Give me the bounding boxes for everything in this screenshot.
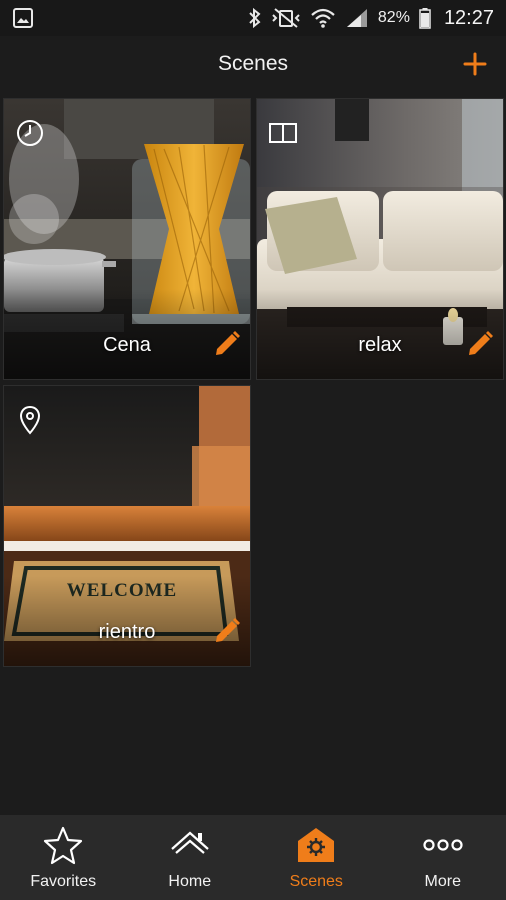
- battery-percent: 82%: [377, 9, 410, 26]
- more-dots-icon: [423, 839, 463, 851]
- house-icon: [171, 831, 209, 854]
- plus-icon[interactable]: [462, 51, 488, 77]
- wifi-icon: [311, 8, 335, 28]
- nav-label: Scenes: [289, 873, 343, 890]
- scenes-icon: [298, 828, 335, 862]
- gallery-notification-icon: [13, 8, 33, 28]
- scene-tile-cena[interactable]: Cena: [3, 98, 251, 380]
- nav-item-more[interactable]: More: [380, 815, 506, 900]
- nav-item-favorites[interactable]: Favorites: [0, 815, 127, 900]
- status-bar: 82% 12:27: [0, 0, 506, 36]
- nav-item-scenes[interactable]: Scenes: [253, 815, 380, 900]
- battery-icon: [419, 8, 431, 29]
- nav-item-home[interactable]: Home: [127, 815, 254, 900]
- app-header: Scenes: [0, 36, 506, 94]
- vibrate-icon: [272, 8, 300, 28]
- nav-label: Favorites: [30, 873, 97, 890]
- scene-tile-relax[interactable]: relax: [256, 98, 504, 380]
- manual-scene-icon: [269, 123, 297, 143]
- clock-icon: [17, 120, 43, 146]
- pencil-icon[interactable]: [212, 616, 242, 646]
- page-title: Scenes: [217, 52, 289, 75]
- signal-icon: [346, 9, 367, 27]
- bottom-navigation: Favorites Home Scenes More: [0, 815, 506, 900]
- pencil-icon[interactable]: [465, 329, 495, 359]
- nav-label: More: [424, 873, 461, 890]
- clock-time: 12:27: [443, 6, 494, 29]
- scene-tile-rientro[interactable]: WELCOME rientro: [3, 385, 251, 667]
- location-pin-icon: [19, 405, 41, 435]
- pencil-icon[interactable]: [212, 329, 242, 359]
- bluetooth-icon: [249, 7, 261, 29]
- nav-label: Home: [168, 873, 212, 890]
- star-icon: [44, 826, 83, 865]
